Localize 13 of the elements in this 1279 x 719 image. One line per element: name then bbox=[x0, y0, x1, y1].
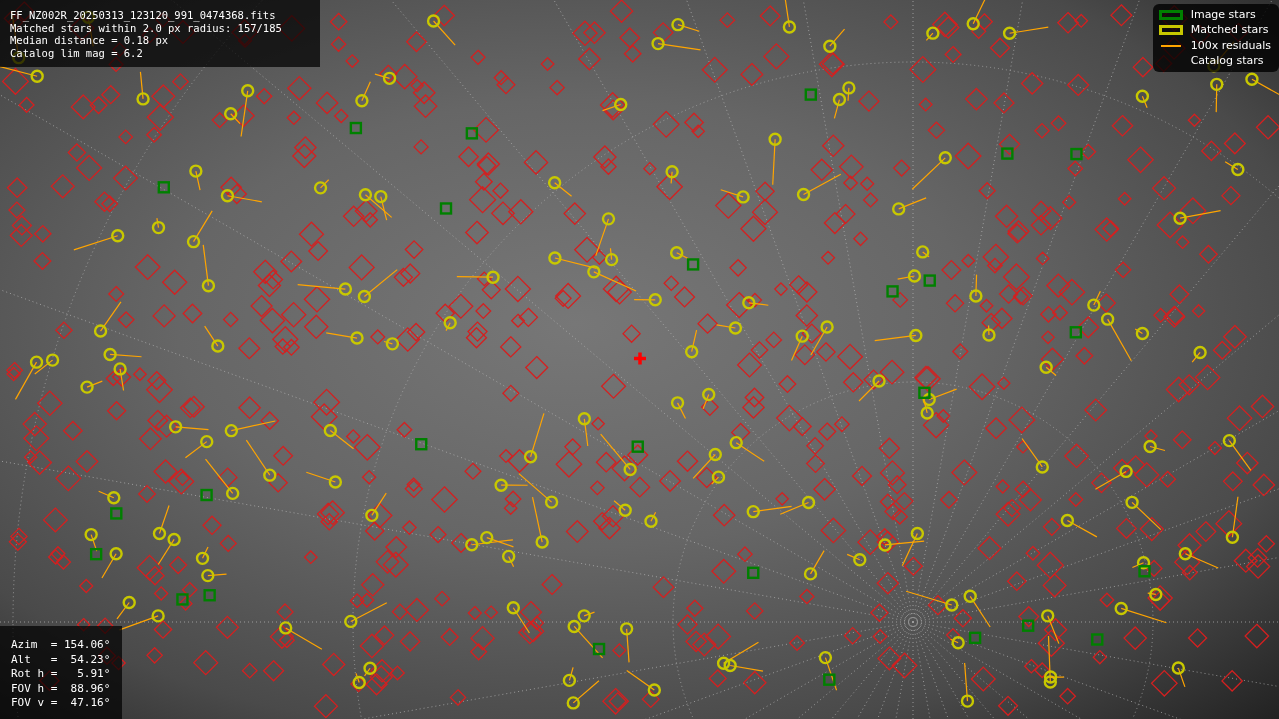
pointing-line: Azim = 154.06° bbox=[11, 638, 111, 653]
pointing-line: FOV v = 47.16° bbox=[11, 696, 111, 711]
legend-label: Matched stars bbox=[1190, 22, 1269, 38]
legend-label: 100x residuals bbox=[1190, 37, 1271, 54]
info-line: Matched stars within 2.0 px radius: 157/185 bbox=[10, 21, 282, 34]
info-line: Median distance = 0.18 px bbox=[10, 34, 169, 47]
pointing-line: Alt = 54.23° bbox=[11, 652, 111, 668]
pointing-line: Rot h = 5.91° bbox=[11, 667, 111, 682]
info-line: Catalog lim mag = 6.2 bbox=[10, 46, 143, 59]
legend-label: Image stars bbox=[1190, 6, 1256, 23]
pointing-line: FOV h = 88.96° bbox=[11, 681, 111, 697]
legend-label: Catalog stars bbox=[1190, 53, 1264, 69]
info-line: FF_NZ002R_20250313_123120_991_0474368.fits bbox=[10, 9, 276, 22]
